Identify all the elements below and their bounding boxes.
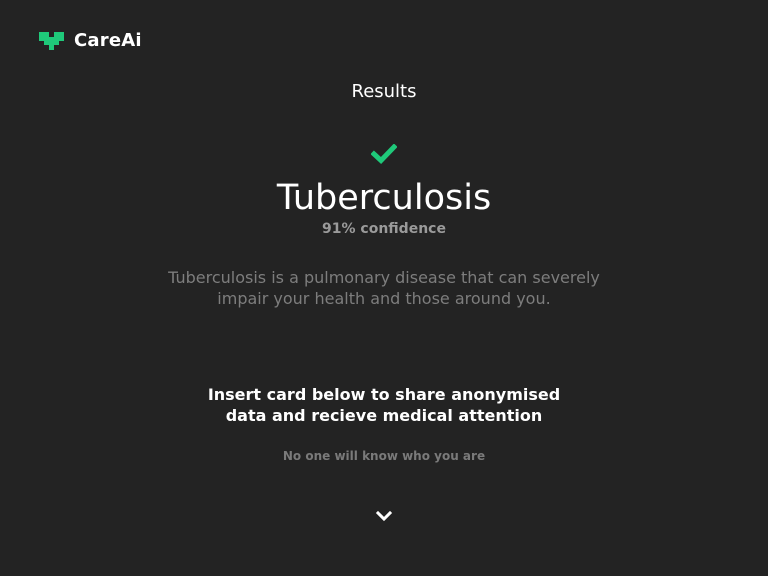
insert-card-instruction: Insert card below to share anonymised da… (207, 385, 561, 425)
chevron-down-icon[interactable] (375, 509, 393, 523)
check-icon (371, 144, 397, 164)
diagnosis-title: Tuberculosis (276, 178, 492, 218)
confidence-label: 91% confidence (322, 221, 446, 237)
heart-pixel-icon (39, 32, 64, 50)
privacy-note: No one will know who you are (282, 449, 486, 463)
app-name: CareAi (74, 30, 142, 51)
diagnosis-description: Tuberculosis is a pulmonary disease that… (168, 268, 600, 308)
page-title: Results (351, 81, 417, 102)
brand: CareAi (39, 30, 142, 52)
